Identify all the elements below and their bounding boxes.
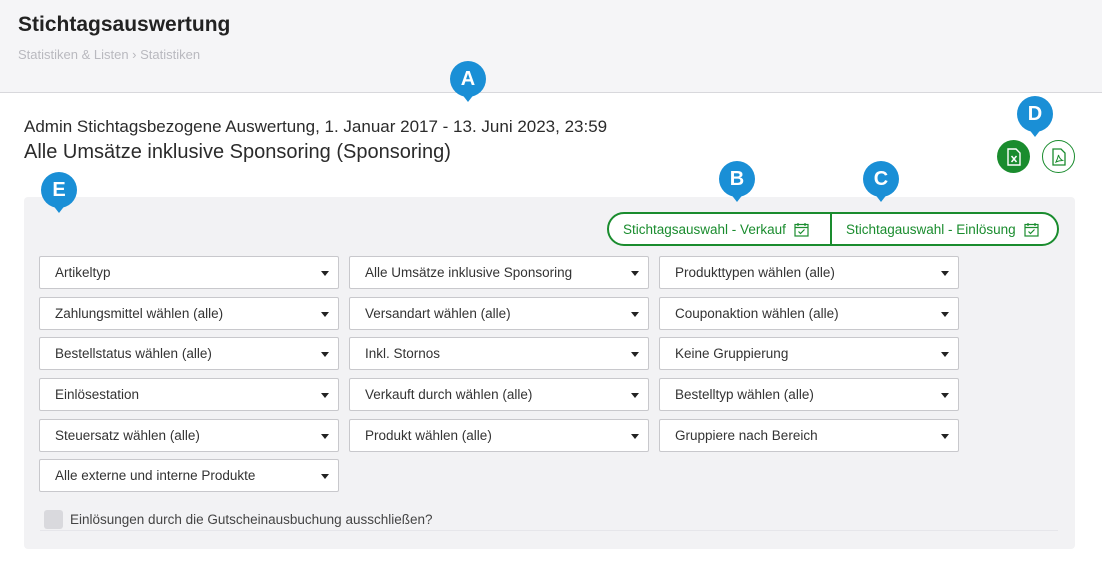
select-value: Produkttypen wählen (alle) bbox=[675, 265, 835, 280]
exclude-redemptions-option: Einlösungen durch die Gutscheinausbuchun… bbox=[44, 510, 433, 529]
select-value: Zahlungsmittel wählen (alle) bbox=[55, 306, 224, 321]
date-selection-redemption-button[interactable]: Stichtagauswahl - Einlösung bbox=[830, 212, 1059, 246]
filter-coupon-campaign-select[interactable]: Couponaktion wählen (alle) bbox=[659, 297, 959, 330]
select-value: Alle Umsätze inklusive Sponsoring bbox=[365, 265, 573, 280]
filter-group-by-area-select[interactable]: Gruppiere nach Bereich bbox=[659, 419, 959, 452]
caret-down-icon bbox=[941, 434, 949, 439]
select-value: Gruppiere nach Bereich bbox=[675, 428, 818, 443]
filter-product-types-select[interactable]: Produkttypen wählen (alle) bbox=[659, 256, 959, 289]
caret-down-icon bbox=[321, 312, 329, 317]
marker-label: E bbox=[41, 172, 77, 208]
export-pdf-button[interactable] bbox=[1042, 140, 1075, 173]
select-value: Artikeltyp bbox=[55, 265, 111, 280]
caret-down-icon bbox=[941, 352, 949, 357]
select-value: Keine Gruppierung bbox=[675, 346, 789, 361]
caret-down-icon bbox=[631, 271, 639, 276]
caret-down-icon bbox=[631, 393, 639, 398]
marker-label: B bbox=[719, 161, 755, 197]
select-value: Produkt wählen (alle) bbox=[365, 428, 492, 443]
date-selection-sale-button[interactable]: Stichtagsauswahl - Verkauf bbox=[607, 212, 832, 246]
filter-revenue-type-select[interactable]: Alle Umsätze inklusive Sponsoring bbox=[349, 256, 649, 289]
caret-down-icon bbox=[321, 434, 329, 439]
filter-panel bbox=[24, 197, 1075, 549]
marker-label: C bbox=[863, 161, 899, 197]
date-selection-sale-label: Stichtagsauswahl - Verkauf bbox=[623, 221, 786, 237]
exclude-redemptions-label[interactable]: Einlösungen durch die Gutscheinausbuchun… bbox=[70, 512, 433, 527]
breadcrumb[interactable]: Statistiken & Listen › Statistiken bbox=[18, 47, 200, 62]
filter-tax-rate-select[interactable]: Steuersatz wählen (alle) bbox=[39, 419, 339, 452]
exclude-redemptions-checkbox[interactable] bbox=[44, 510, 63, 529]
caret-down-icon bbox=[321, 271, 329, 276]
filter-product-source-select[interactable]: Alle externe und interne Produkte bbox=[39, 459, 339, 492]
filter-redemption-station-select[interactable]: Einlösestation bbox=[39, 378, 339, 411]
caret-down-icon bbox=[941, 271, 949, 276]
calendar-check-icon bbox=[1024, 222, 1039, 237]
marker-label: A bbox=[450, 61, 486, 97]
export-excel-button[interactable] bbox=[997, 140, 1030, 173]
select-value: Bestellstatus wählen (alle) bbox=[55, 346, 212, 361]
report-title: Alle Umsätze inklusive Sponsoring (Spons… bbox=[24, 141, 451, 163]
date-selection-group: Stichtagsauswahl - Verkauf Stichtagauswa… bbox=[607, 212, 1059, 246]
filter-order-type-select[interactable]: Bestelltyp wählen (alle) bbox=[659, 378, 959, 411]
page-header: Stichtagsauswertung Statistiken & Listen… bbox=[0, 0, 1102, 93]
filter-order-status-select[interactable]: Bestellstatus wählen (alle) bbox=[39, 337, 339, 370]
annotation-marker-b: B bbox=[719, 161, 755, 207]
report-subtitle: Admin Stichtagsbezogene Auswertung, 1. J… bbox=[24, 117, 608, 136]
page-title: Stichtagsauswertung bbox=[18, 13, 231, 36]
select-value: Einlösestation bbox=[55, 387, 140, 402]
annotation-marker-d: D bbox=[1017, 96, 1053, 142]
filter-cancellations-select[interactable]: Inkl. Stornos bbox=[349, 337, 649, 370]
caret-down-icon bbox=[941, 312, 949, 317]
annotation-marker-c: C bbox=[863, 161, 899, 207]
date-selection-redemption-label: Stichtagauswahl - Einlösung bbox=[846, 221, 1016, 237]
annotation-marker-e: E bbox=[41, 172, 77, 218]
annotation-marker-a: A bbox=[450, 61, 486, 107]
excel-file-icon bbox=[1006, 147, 1021, 166]
filter-shipping-method-select[interactable]: Versandart wählen (alle) bbox=[349, 297, 649, 330]
filter-product-select[interactable]: Produkt wählen (alle) bbox=[349, 419, 649, 452]
filter-grouping-select[interactable]: Keine Gruppierung bbox=[659, 337, 959, 370]
select-value: Steuersatz wählen (alle) bbox=[55, 428, 200, 443]
caret-down-icon bbox=[631, 312, 639, 317]
select-value: Couponaktion wählen (alle) bbox=[675, 306, 839, 321]
filter-article-type-select[interactable]: Artikeltyp bbox=[39, 256, 339, 289]
filter-payment-method-select[interactable]: Zahlungsmittel wählen (alle) bbox=[39, 297, 339, 330]
select-value: Versandart wählen (alle) bbox=[365, 306, 511, 321]
filter-sold-by-select[interactable]: Verkauft durch wählen (alle) bbox=[349, 378, 649, 411]
calendar-check-icon bbox=[794, 222, 809, 237]
panel-divider bbox=[40, 530, 1058, 531]
select-value: Bestelltyp wählen (alle) bbox=[675, 387, 814, 402]
select-value: Inkl. Stornos bbox=[365, 346, 441, 361]
caret-down-icon bbox=[321, 474, 329, 479]
caret-down-icon bbox=[321, 393, 329, 398]
pdf-file-icon bbox=[1051, 147, 1066, 166]
select-value: Alle externe und interne Produkte bbox=[55, 468, 256, 483]
caret-down-icon bbox=[631, 352, 639, 357]
caret-down-icon bbox=[941, 393, 949, 398]
select-value: Verkauft durch wählen (alle) bbox=[365, 387, 533, 402]
caret-down-icon bbox=[321, 352, 329, 357]
marker-label: D bbox=[1017, 96, 1053, 132]
caret-down-icon bbox=[631, 434, 639, 439]
